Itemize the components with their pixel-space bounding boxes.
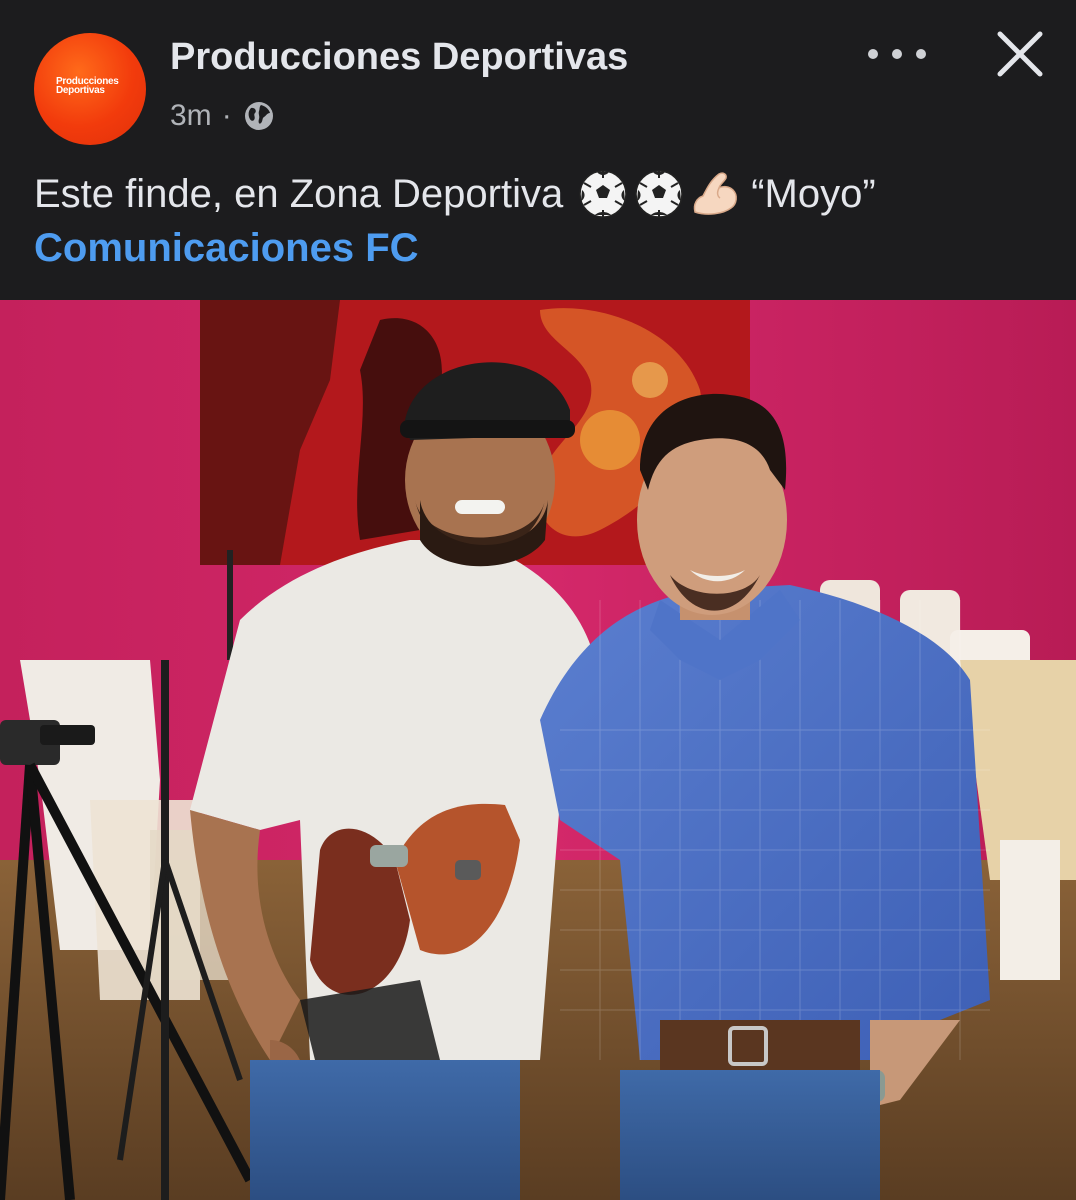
soccer-ball-icon — [579, 170, 627, 218]
post-meta: 3m · — [170, 96, 276, 136]
post-photo[interactable] — [0, 300, 1076, 1200]
more-icon — [868, 49, 878, 59]
caption-text: Este finde, en Zona Deportiva — [34, 171, 564, 216]
hashtag-link[interactable]: Comunicaciones FC — [34, 226, 419, 271]
globe-icon — [242, 99, 276, 133]
page-name[interactable]: Producciones Deportivas — [170, 36, 628, 79]
more-options-button[interactable] — [868, 34, 926, 74]
soccer-ball-icon — [635, 170, 683, 218]
flexed-biceps-icon — [693, 172, 738, 215]
caption-quote: “Moyo” — [751, 171, 876, 216]
close-icon — [997, 31, 1043, 77]
post-header: Producciones Deportivas Producciones Dep… — [0, 0, 1076, 300]
post-caption: Este finde, en Zona Deportiva “Moyo” — [34, 168, 1044, 220]
caption-emojis — [577, 168, 741, 220]
photo-illustration — [0, 300, 1076, 1200]
avatar-logo-text: Producciones Deportivas — [56, 76, 119, 96]
close-button[interactable] — [992, 26, 1048, 82]
meta-separator: · — [221, 99, 232, 132]
page-avatar[interactable]: Producciones Deportivas — [34, 33, 146, 145]
post-time[interactable]: 3m — [170, 99, 212, 133]
